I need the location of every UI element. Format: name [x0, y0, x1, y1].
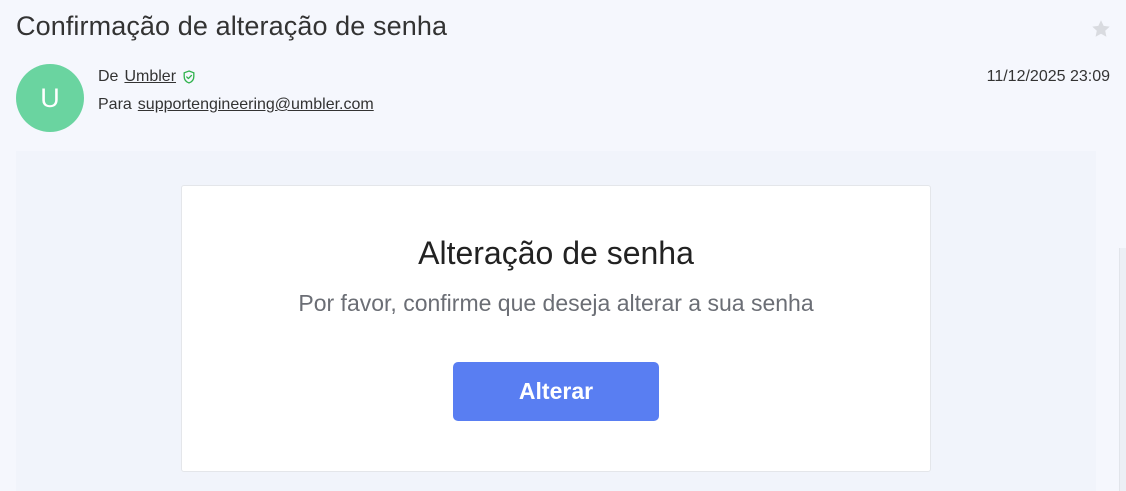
recipient-address-link[interactable]: supportengineering@umbler.com: [138, 96, 374, 114]
scrollbar-track[interactable]: [1119, 248, 1126, 491]
avatar-letter: U: [40, 82, 60, 113]
shield-check-icon: [183, 70, 195, 84]
sender-avatar: U: [16, 64, 84, 132]
message-card: Alteração de senha Por favor, confirme q…: [181, 185, 931, 472]
email-date: 11/12/2025 23:09: [986, 68, 1110, 85]
message-subtitle: Por favor, confirme que deseja alterar a…: [298, 290, 814, 316]
to-line: Para supportengineering@umbler.com: [98, 96, 374, 114]
email-subject: Confirmação de alteração de senha: [16, 11, 448, 41]
from-line: De Umbler: [98, 68, 196, 86]
sender-name-link[interactable]: Umbler: [124, 68, 176, 86]
confirm-change-button[interactable]: Alterar: [453, 362, 659, 421]
star-icon[interactable]: [1090, 18, 1112, 40]
from-prefix: De: [98, 68, 119, 85]
message-title: Alteração de senha: [418, 235, 694, 271]
to-prefix: Para: [98, 96, 132, 113]
